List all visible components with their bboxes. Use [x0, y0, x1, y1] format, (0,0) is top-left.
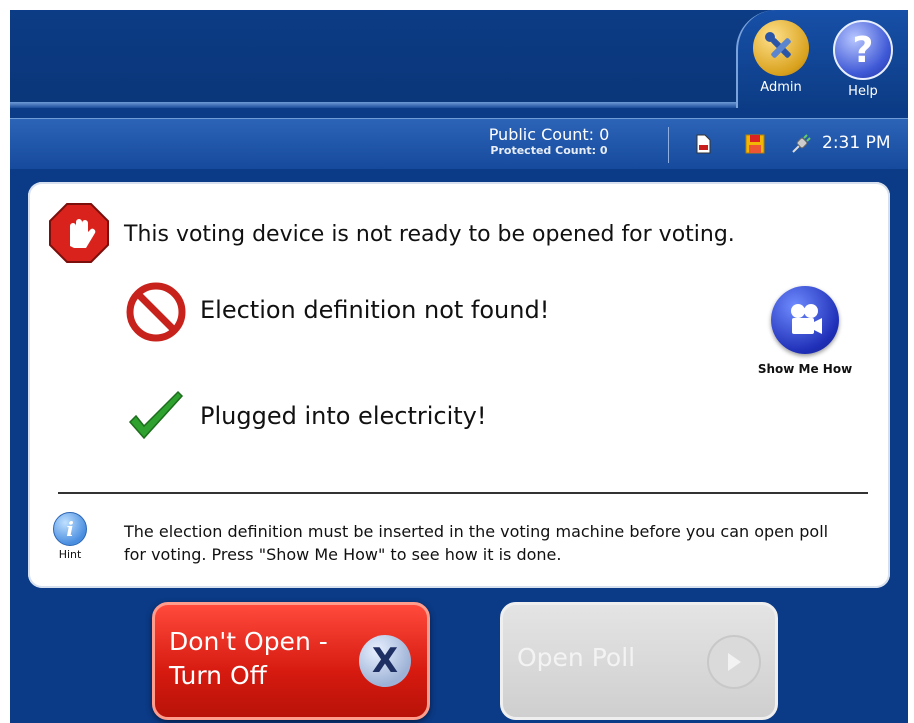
help-button[interactable]: ? Help [830, 20, 896, 106]
check-label: Election definition not found! [200, 296, 550, 324]
clock: 2:31 PM [822, 133, 891, 153]
count-block: Public Count: 0 Protected Count: 0 [476, 125, 622, 157]
open-poll-label: Open Poll [517, 643, 636, 672]
dont-open-label: Don't Open - Turn Off [169, 625, 328, 693]
show-me-how-label: Show Me How [757, 362, 853, 376]
panel-divider [58, 492, 868, 494]
readiness-panel: This voting device is not ready to be op… [28, 182, 890, 588]
open-poll-button[interactable]: Open Poll [500, 602, 778, 720]
check-label: Plugged into electricity! [200, 402, 487, 430]
help-label: Help [848, 84, 878, 99]
top-bar: Admin ? Help [10, 10, 908, 108]
hint-text: The election definition must be inserted… [124, 522, 829, 564]
question-icon: ? [833, 20, 893, 80]
admin-label: Admin [760, 80, 802, 95]
arrow-right-icon [707, 635, 761, 689]
status-bar: Public Count: 0 Protected Count: 0 2:31 … [10, 118, 908, 169]
admin-help-tab: Admin ? Help [736, 10, 908, 108]
tools-icon [753, 20, 809, 76]
stop-hand-icon [48, 202, 110, 264]
public-count: Public Count: 0 [488, 125, 610, 144]
top-bar-divider [10, 102, 750, 108]
close-icon: X [359, 635, 411, 687]
dont-open-turn-off-button[interactable]: Don't Open - Turn Off X [152, 602, 430, 720]
hint-label: Hint [58, 548, 82, 561]
status-separator [668, 127, 669, 163]
save-icon [744, 133, 766, 155]
protected-count: Protected Count: 0 [490, 144, 608, 157]
panel-headline: This voting device is not ready to be op… [124, 222, 735, 247]
admin-button[interactable]: Admin [748, 20, 814, 106]
film-camera-icon [771, 286, 839, 354]
show-me-how-button[interactable]: Show Me How [750, 286, 860, 376]
dont-open-line1: Don't Open - [169, 627, 328, 656]
document-icon [692, 133, 714, 155]
power-plug-icon [790, 133, 812, 155]
hint-block: i Hint [50, 512, 90, 561]
prohibited-icon [124, 280, 188, 344]
checkmark-icon [124, 386, 188, 450]
info-icon: i [53, 512, 87, 546]
dont-open-line2: Turn Off [169, 661, 267, 690]
voting-device-screen: Admin ? Help Public Count: 0 Protected C… [10, 10, 908, 723]
